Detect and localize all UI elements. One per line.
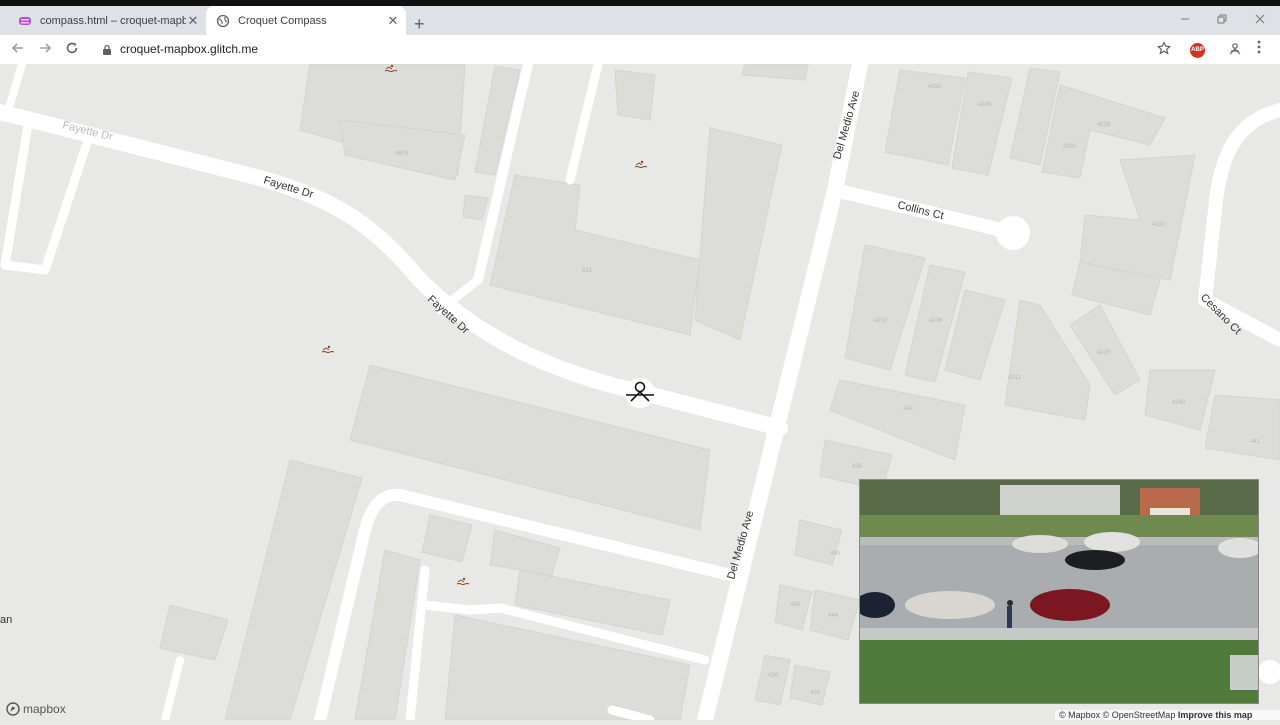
building-number: 3679: [395, 151, 409, 157]
building-number: 448: [790, 602, 801, 608]
building-number: 438: [768, 673, 779, 679]
mapbox-logo-text: mapbox: [23, 702, 66, 716]
building-number: 444: [828, 613, 839, 619]
menu-kebab-icon[interactable]: [1257, 40, 1261, 58]
tab-title: compass.html – croquet-mapbox: [40, 14, 186, 27]
building-number: 441: [1250, 439, 1261, 445]
building-number: 4221: [1152, 222, 1166, 228]
avatar-compass-icon[interactable]: [625, 378, 655, 408]
restore-icon[interactable]: [1217, 13, 1227, 27]
building-number: 4210: [874, 318, 888, 324]
tab-croquet-compass[interactable]: Croquet Compass ✕: [206, 6, 406, 35]
close-tab-icon[interactable]: ✕: [386, 13, 400, 28]
mapbox-logo-icon: [6, 702, 20, 716]
building-number: 4216: [1097, 350, 1111, 356]
building-number: 4233: [1063, 144, 1077, 150]
map-attribution: © Mapbox © OpenStreetMap Improve this ma…: [1055, 710, 1280, 720]
building-number: 450: [830, 551, 841, 557]
street-label: an: [0, 614, 12, 626]
street-video-frame: [860, 480, 1258, 703]
video-overlay[interactable]: [859, 479, 1259, 704]
improve-map-link[interactable]: Improve this map: [1178, 710, 1253, 720]
building: [614, 69, 656, 121]
building-number: 4206: [929, 318, 943, 324]
reload-icon[interactable]: [65, 41, 79, 59]
tab-title: Croquet Compass: [238, 14, 327, 27]
forward-icon[interactable]: [38, 41, 52, 59]
address-bar[interactable]: croquet-mapbox.glitch.me: [96, 37, 1180, 61]
url-text: croquet-mapbox.glitch.me: [120, 42, 259, 56]
building-number: 456: [852, 464, 863, 470]
building-number: 4240: [1172, 400, 1186, 406]
extension-person-icon[interactable]: [1228, 42, 1242, 61]
tab-compass-html[interactable]: compass.html – croquet-mapbox ✕: [8, 6, 206, 35]
browser-toolbar: croquet-mapbox.glitch.me ABP: [0, 35, 1280, 65]
window-close-icon[interactable]: [1255, 13, 1265, 27]
building-number: 521: [582, 268, 593, 274]
globe-icon: [216, 14, 230, 28]
building-number: 4280: [928, 84, 942, 90]
building-number: 442: [903, 406, 914, 412]
back-icon[interactable]: [11, 41, 25, 59]
tab-strip: compass.html – croquet-mapbox ✕ Croquet …: [0, 6, 1280, 35]
building-number: 4229: [1097, 122, 1111, 128]
building-number: 4209: [978, 102, 992, 108]
close-tab-icon[interactable]: ✕: [186, 13, 200, 28]
glitch-icon: [18, 14, 32, 28]
mapbox-logo[interactable]: mapbox: [6, 702, 66, 716]
building: [1204, 394, 1280, 461]
building-number: 430: [810, 690, 821, 696]
adblock-extension-icon[interactable]: ABP: [1190, 43, 1205, 58]
lock-icon: [102, 43, 112, 55]
building-number: 4212: [1008, 375, 1022, 381]
new-tab-button[interactable]: +: [414, 15, 425, 33]
collins-ct-cul-de-sac: [996, 216, 1030, 250]
attribution-text[interactable]: © Mapbox © OpenStreetMap: [1059, 710, 1175, 720]
bookmark-star-icon[interactable]: [1156, 41, 1172, 58]
minimize-icon[interactable]: [1180, 13, 1190, 27]
